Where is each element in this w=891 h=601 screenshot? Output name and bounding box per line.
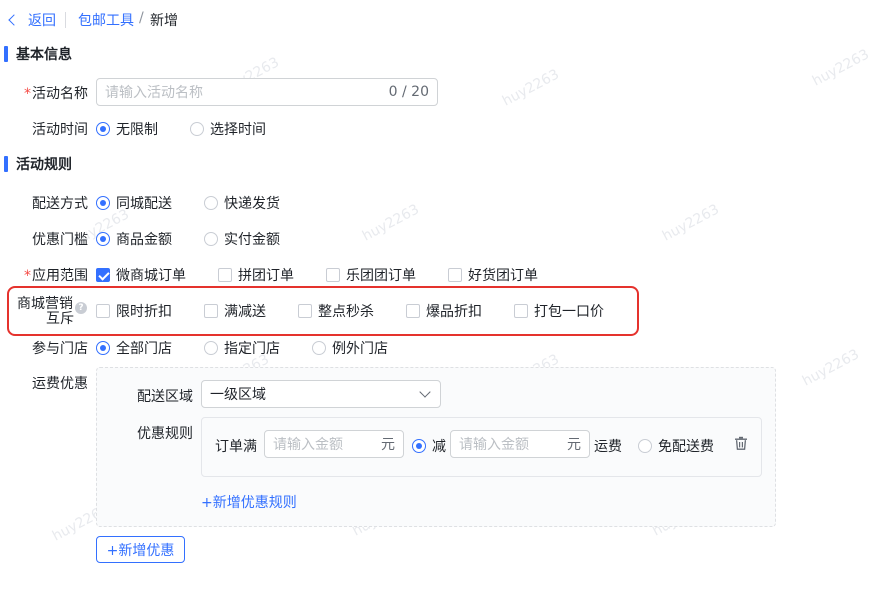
breadcrumb-link-parent[interactable]: 包邮工具 xyxy=(78,10,134,30)
section-title-basic-text: 基本信息 xyxy=(16,47,72,63)
area-select-value: 一级区域 xyxy=(210,387,266,403)
radio-delivery-local[interactable]: 同城配送 xyxy=(96,193,172,213)
section-accent-bar xyxy=(4,156,8,172)
add-discount-button[interactable]: +新增优惠 xyxy=(96,536,185,563)
radio-threshold-paid[interactable]: 实付金额 xyxy=(204,229,280,249)
checkbox-box xyxy=(204,304,218,318)
area-select[interactable]: 一级区域 xyxy=(201,380,441,408)
reduce-amount-placeholder: 请输入金额 xyxy=(459,437,529,453)
activity-name-placeholder: 请输入活动名称 xyxy=(105,85,203,101)
checkbox-scope-mall[interactable]: 微商城订单 xyxy=(96,265,186,285)
checkbox-flash-discount[interactable]: 限时折扣 xyxy=(96,301,172,321)
section-accent-bar xyxy=(4,46,8,62)
checkbox-box xyxy=(406,304,420,318)
watermark: huy2263 xyxy=(799,346,862,390)
checkbox-hourly-seckill[interactable]: 整点秒杀 xyxy=(298,301,374,321)
order-amount-unit: 元 xyxy=(381,437,395,453)
shipping-label: 运费优惠 xyxy=(32,376,88,392)
stores-label: 参与门店 xyxy=(32,341,88,357)
checkbox-box xyxy=(96,304,110,318)
reduce-amount-input[interactable]: 请输入金额 元 xyxy=(450,430,590,458)
reduce-amount-unit: 元 xyxy=(567,437,581,453)
radio-circle xyxy=(96,232,110,246)
checkbox-box xyxy=(298,304,312,318)
watermark: huy2263 xyxy=(809,46,872,90)
watermark: huy2263 xyxy=(499,66,562,110)
checkbox-box xyxy=(326,268,340,282)
radio-circle xyxy=(204,196,218,210)
order-amount-input[interactable]: 请输入金额 元 xyxy=(264,430,404,458)
radio-circle xyxy=(96,196,110,210)
exclusion-label-line2: 互斥 xyxy=(46,311,74,327)
radio-time-unlimited[interactable]: 无限制 xyxy=(96,119,158,139)
checkbox-box xyxy=(448,268,462,282)
radio-reduce[interactable]: 减 xyxy=(412,436,446,456)
breadcrumb: 返回 包邮工具 / 新增 xyxy=(0,0,891,40)
threshold-label: 优惠门槛 xyxy=(32,232,88,248)
breadcrumb-divider xyxy=(65,12,66,28)
radio-circle xyxy=(190,122,204,136)
radio-circle xyxy=(204,341,218,355)
order-full-label: 订单满 xyxy=(215,439,257,455)
section-title-rules-text: 活动规则 xyxy=(16,157,72,173)
radio-free-shipping[interactable]: 免配送费 xyxy=(638,436,714,456)
watermark: huy2263 xyxy=(359,201,422,245)
checkbox-scope-group[interactable]: 拼团订单 xyxy=(218,265,294,285)
section-title-rules: 活动规则 xyxy=(4,155,72,173)
radio-circle xyxy=(96,122,110,136)
order-amount-placeholder: 请输入金额 xyxy=(273,437,343,453)
checkbox-hot-discount[interactable]: 爆品折扣 xyxy=(406,301,482,321)
trash-icon[interactable] xyxy=(734,436,748,450)
scope-label: *应用范围 xyxy=(24,268,88,284)
delivery-label: 配送方式 xyxy=(32,196,88,212)
rule-label: 优惠规则 xyxy=(137,426,193,442)
breadcrumb-current: 新增 xyxy=(150,13,178,29)
radio-circle xyxy=(204,232,218,246)
breadcrumb-separator: / xyxy=(139,10,144,26)
section-title-basic: 基本信息 xyxy=(4,45,72,63)
radio-stores-specified[interactable]: 指定门店 xyxy=(204,338,280,358)
fee-label: 运费 xyxy=(594,439,622,455)
radio-delivery-express[interactable]: 快递发货 xyxy=(204,193,280,213)
radio-threshold-goods[interactable]: 商品金额 xyxy=(96,229,172,249)
back-button[interactable]: 返回 xyxy=(8,10,56,30)
chevron-down-icon xyxy=(419,386,431,398)
add-rule-link[interactable]: +新增优惠规则 xyxy=(201,492,297,512)
area-label: 配送区域 xyxy=(137,389,193,405)
radio-circle xyxy=(96,341,110,355)
radio-stores-all[interactable]: 全部门店 xyxy=(96,338,172,358)
char-counter: 0 / 20 xyxy=(388,84,429,100)
watermark: huy2263 xyxy=(659,201,722,245)
radio-circle xyxy=(638,439,652,453)
help-icon[interactable]: ? xyxy=(75,302,87,314)
checkbox-scope-goods[interactable]: 好货团订单 xyxy=(448,265,538,285)
chevron-left-icon xyxy=(8,14,20,26)
activity-time-label: 活动时间 xyxy=(32,122,88,138)
radio-circle xyxy=(412,439,426,453)
checkbox-box xyxy=(218,268,232,282)
activity-name-input[interactable]: 请输入活动名称 0 / 20 xyxy=(96,78,438,106)
checkbox-scope-band[interactable]: 乐团团订单 xyxy=(326,265,416,285)
required-mark: * xyxy=(24,86,31,102)
back-label: 返回 xyxy=(28,13,56,29)
checkbox-box xyxy=(96,268,110,282)
checkbox-full-reduction[interactable]: 满减送 xyxy=(204,301,266,321)
radio-stores-except[interactable]: 例外门店 xyxy=(312,338,388,358)
activity-name-label: *活动名称 xyxy=(24,86,88,102)
radio-circle xyxy=(312,341,326,355)
radio-time-select[interactable]: 选择时间 xyxy=(190,119,266,139)
required-mark: * xyxy=(24,268,31,284)
checkbox-bundle-price[interactable]: 打包一口价 xyxy=(514,301,604,321)
checkbox-box xyxy=(514,304,528,318)
